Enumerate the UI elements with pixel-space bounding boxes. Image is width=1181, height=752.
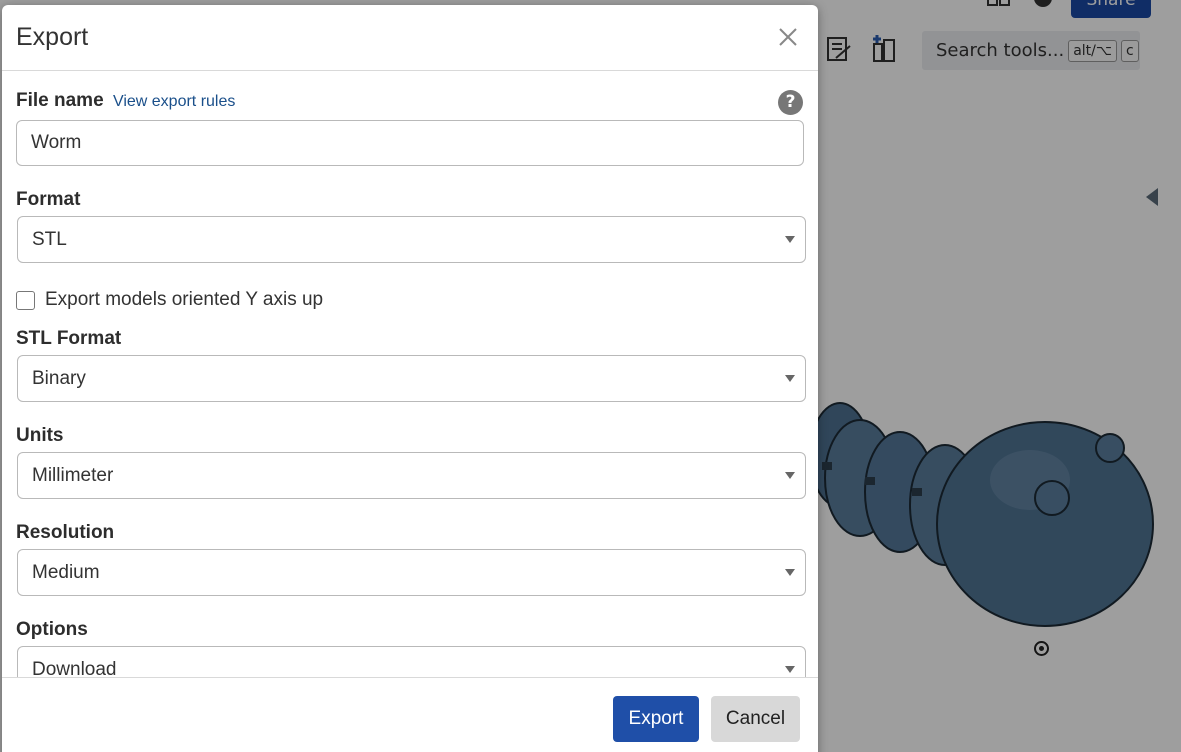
chevron-down-icon <box>785 236 795 243</box>
y-axis-up-option: Export models oriented Y axis up <box>16 289 323 311</box>
y-axis-up-label: Export models oriented Y axis up <box>45 289 324 310</box>
format-select[interactable]: STL <box>17 216 806 263</box>
file-name-label: File name View export rules <box>16 90 235 112</box>
options-label: Options <box>16 619 88 640</box>
resolution-select-value: Medium <box>32 561 100 583</box>
chevron-down-icon <box>785 375 795 382</box>
file-name-label-text: File name <box>16 90 104 111</box>
stl-format-label: STL Format <box>16 328 122 349</box>
view-export-rules-link[interactable]: View export rules <box>113 93 235 110</box>
dialog-body: File name View export rules ? Format STL… <box>2 72 818 677</box>
format-label: Format <box>16 189 81 210</box>
chevron-down-icon <box>785 666 795 673</box>
options-select[interactable]: Download <box>17 646 806 677</box>
resolution-label: Resolution <box>16 522 115 543</box>
dialog-footer: Export Cancel <box>2 677 818 752</box>
format-select-value: STL <box>32 228 67 250</box>
cancel-button[interactable]: Cancel <box>711 696 800 742</box>
dialog-header: Export <box>2 5 818 71</box>
resolution-select[interactable]: Medium <box>17 549 806 596</box>
options-select-value: Download <box>32 658 117 678</box>
units-select[interactable]: Millimeter <box>17 452 806 499</box>
export-dialog: Export File name View export rules ? For… <box>2 5 818 752</box>
export-button[interactable]: Export <box>613 696 699 742</box>
units-select-value: Millimeter <box>32 464 114 486</box>
stl-format-select-value: Binary <box>32 367 86 389</box>
y-axis-up-checkbox[interactable] <box>16 290 35 310</box>
help-icon[interactable]: ? <box>778 90 803 115</box>
stl-format-select[interactable]: Binary <box>17 355 806 402</box>
dialog-title: Export <box>16 23 89 51</box>
units-label: Units <box>16 425 64 446</box>
file-name-input[interactable] <box>16 120 804 166</box>
close-icon[interactable] <box>776 25 800 49</box>
chevron-down-icon <box>785 472 795 479</box>
chevron-down-icon <box>785 569 795 576</box>
